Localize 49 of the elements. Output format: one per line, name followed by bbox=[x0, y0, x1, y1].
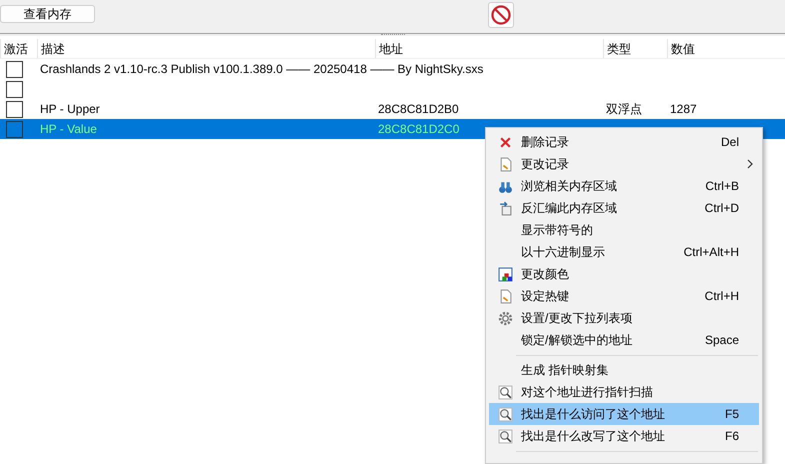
menu-item[interactable]: 对这个地址进行指针扫描 bbox=[489, 381, 759, 403]
shortcut-label: Ctrl+D bbox=[704, 200, 740, 217]
menu-item[interactable]: 浏览相关内存区域 Ctrl+B bbox=[489, 175, 759, 197]
menu-item[interactable]: 锁定/解锁选中的地址 Space bbox=[489, 329, 759, 351]
checkbox[interactable] bbox=[6, 80, 23, 98]
menu-item[interactable]: 设定热键 Ctrl+H bbox=[489, 285, 759, 307]
checkbox[interactable] bbox=[6, 120, 23, 138]
menu-item[interactable]: 找出是什么改写了这个地址 F6 bbox=[489, 425, 759, 447]
shortcut-label: Space bbox=[704, 332, 740, 349]
document-icon bbox=[498, 156, 512, 172]
prohibited-icon bbox=[491, 5, 511, 25]
address-cell: 28C8C81D2B0 bbox=[378, 102, 459, 116]
shortcut-label: Ctrl+H bbox=[704, 288, 740, 305]
menu-item[interactable]: 生成 指针映射集 bbox=[489, 359, 759, 381]
menu-item[interactable]: 设置/更改下拉列表项 bbox=[489, 307, 759, 329]
search-icon bbox=[498, 428, 512, 444]
document-icon bbox=[498, 288, 512, 304]
shortcut-label: Ctrl+B bbox=[705, 178, 740, 195]
description-cell: HP - Value bbox=[40, 122, 97, 136]
splitter-handle[interactable] bbox=[380, 34, 404, 36]
type-cell: 双浮点 bbox=[606, 102, 642, 116]
stop-button[interactable] bbox=[488, 2, 514, 28]
checkbox[interactable] bbox=[6, 100, 23, 118]
view-memory-button[interactable]: 查看内存 bbox=[0, 5, 95, 23]
shortcut-label: Ctrl+Alt+H bbox=[684, 244, 740, 261]
checkbox[interactable] bbox=[6, 60, 23, 78]
document-arrow-icon bbox=[498, 200, 512, 216]
shortcut-label: F6 bbox=[724, 428, 740, 445]
menu-item[interactable]: 反汇编此内存区域 Ctrl+D bbox=[489, 197, 759, 219]
search-icon bbox=[498, 384, 512, 400]
search-icon bbox=[498, 406, 512, 422]
description-cell: HP - Upper bbox=[40, 102, 100, 116]
menu-item[interactable]: 找出是什么访问了这个地址 F5 bbox=[489, 403, 759, 425]
value-cell: 1287 bbox=[670, 102, 697, 116]
shortcut-label: F5 bbox=[724, 406, 740, 423]
menu-item[interactable]: 更改记录 bbox=[489, 153, 759, 175]
column-header[interactable]: 数值 bbox=[671, 40, 695, 58]
menu-item[interactable]: 更改颜色 bbox=[489, 263, 759, 285]
palette-icon bbox=[498, 266, 512, 282]
settings-icon bbox=[498, 310, 512, 326]
column-header[interactable]: 类型 bbox=[607, 40, 631, 58]
column-header[interactable]: 地址 bbox=[379, 40, 403, 58]
menu-item[interactable]: 以十六进制显示 Ctrl+Alt+H bbox=[489, 241, 759, 263]
delete-icon bbox=[498, 134, 512, 150]
description-cell: Crashlands 2 v1.10-rc.3 Publish v100.1.389.0 —— 20250418 —— By NightSky.sxs bbox=[40, 62, 484, 76]
column-header[interactable]: 激活 bbox=[4, 40, 28, 58]
column-header[interactable]: 描述 bbox=[41, 40, 65, 58]
menu-item[interactable]: 显示带符号的 bbox=[489, 219, 759, 241]
address-cell: 28C8C81D2C0 bbox=[378, 122, 460, 136]
